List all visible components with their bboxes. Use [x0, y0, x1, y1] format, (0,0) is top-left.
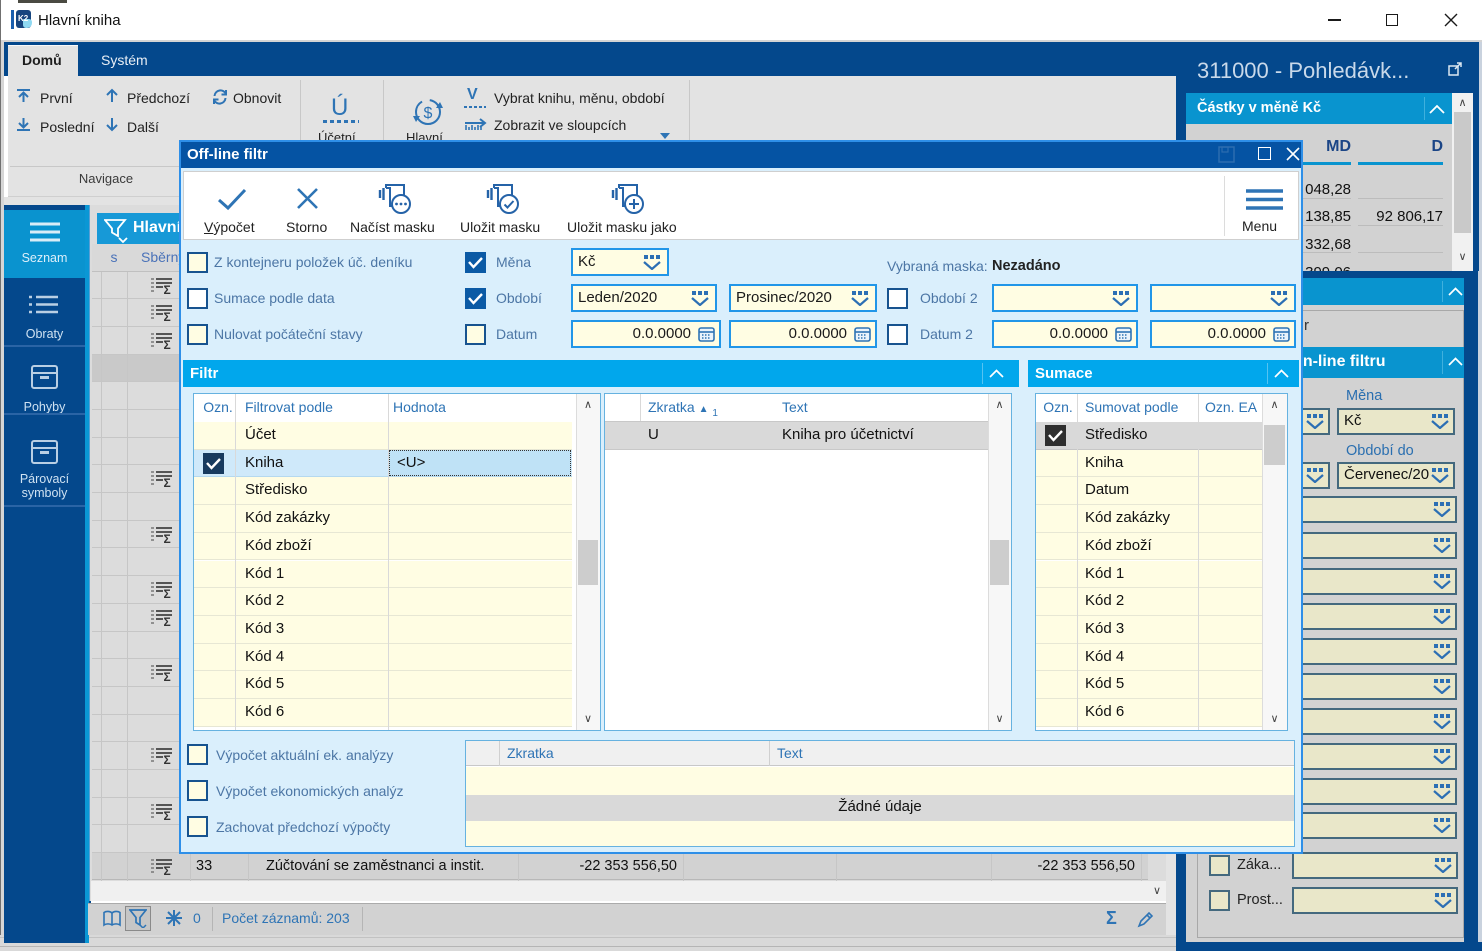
svg-text:Σ: Σ	[164, 532, 171, 544]
svg-text:Σ: Σ	[164, 615, 171, 627]
svg-text:Σ: Σ	[164, 587, 171, 599]
svg-text:Σ: Σ	[164, 864, 171, 876]
svg-text:Σ: Σ	[164, 670, 171, 682]
svg-text:$: $	[424, 105, 433, 122]
svg-text:Σ: Σ	[164, 283, 171, 295]
svg-text:Σ: Σ	[164, 809, 171, 821]
svg-text:Σ: Σ	[164, 310, 171, 322]
svg-text:Σ: Σ	[164, 476, 171, 488]
svg-text:Σ: Σ	[164, 338, 171, 350]
svg-text:Σ: Σ	[164, 753, 171, 765]
